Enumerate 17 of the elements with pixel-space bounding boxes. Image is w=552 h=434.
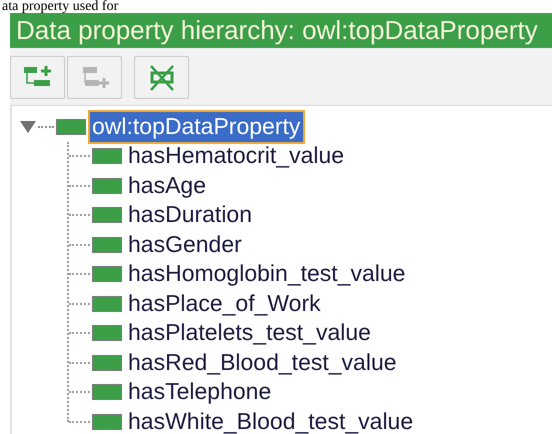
- data-property-icon: [56, 118, 86, 135]
- data-property-icon: [92, 384, 122, 400]
- panel-title: Data property hierarchy: owl:topDataProperty: [10, 13, 552, 48]
- delete-button[interactable]: [134, 56, 189, 99]
- caption-text: ata property used for: [2, 0, 120, 13]
- add-subproperty-button[interactable]: [10, 56, 65, 99]
- tree-item[interactable]: owl:topDataProperty: [88, 110, 306, 144]
- data-property-icon: [92, 148, 122, 164]
- data-property-icon: [92, 325, 122, 342]
- collapse-arrow-icon[interactable]: [20, 120, 36, 134]
- data-property-icon: [92, 296, 122, 312]
- data-property-icon: [92, 266, 122, 282]
- data-property-icon: [92, 207, 122, 224]
- data-property-icon: [92, 414, 122, 430]
- data-property-icon: [92, 178, 122, 194]
- data-property-icon: [92, 354, 122, 371]
- data-property-icon: [92, 236, 122, 253]
